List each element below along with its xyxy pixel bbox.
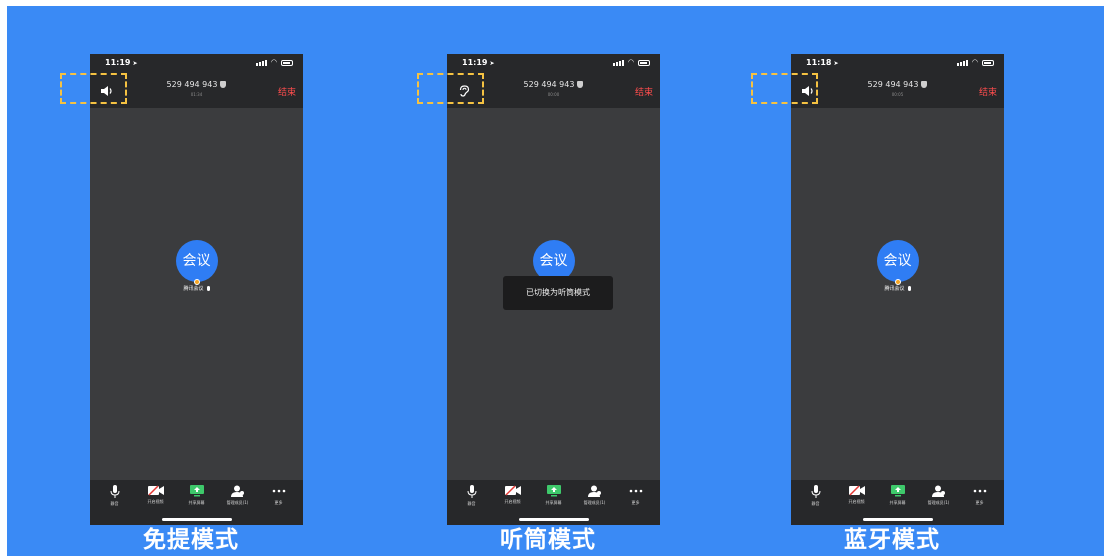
mode-switch-toast: 已切换为听筒模式 bbox=[503, 276, 613, 310]
participant-name: 腾讯会议 bbox=[791, 285, 1004, 292]
shield-icon bbox=[577, 81, 584, 88]
meeting-duration: 00:05 bbox=[891, 92, 904, 97]
participants-icon bbox=[587, 485, 601, 497]
status-bar: 11:19 ➤ ◠ bbox=[447, 54, 660, 74]
start-video-label: 开启视频 bbox=[504, 499, 521, 504]
mode-caption: 蓝牙模式 bbox=[844, 527, 940, 553]
mute-label: 静音 bbox=[110, 501, 119, 506]
start-video-label: 开启视频 bbox=[147, 499, 164, 504]
share-screen-icon bbox=[890, 485, 905, 497]
meeting-id: 529 494 943 bbox=[791, 80, 1004, 89]
microphone-icon bbox=[110, 485, 119, 498]
video-off-icon bbox=[848, 485, 865, 496]
audio-icon-highlight bbox=[60, 73, 127, 104]
status-icons: ◠ bbox=[255, 58, 293, 66]
battery-icon bbox=[281, 60, 293, 66]
more-label: 更多 bbox=[631, 500, 640, 505]
more-icon bbox=[629, 489, 642, 493]
more-button[interactable]: 更多 bbox=[261, 480, 297, 525]
mic-status-icon bbox=[907, 286, 911, 291]
status-bar: 11:19 ➤ ◠ bbox=[90, 54, 303, 74]
mute-label: 静音 bbox=[811, 501, 820, 506]
phone-speaker-mode: 11:19 ➤ ◠ 529 494 943 01:34 结束 会议 腾讯会议 静音 bbox=[90, 54, 303, 525]
participant-name: 腾讯会议 bbox=[90, 285, 303, 292]
end-meeting-button[interactable]: 结束 bbox=[278, 85, 296, 98]
manage-participants-label: 管理成员(1) bbox=[583, 500, 606, 505]
more-icon bbox=[973, 489, 986, 493]
shield-icon bbox=[220, 81, 227, 88]
video-off-icon bbox=[504, 485, 521, 496]
end-meeting-button[interactable]: 结束 bbox=[979, 85, 997, 98]
avatar: 会议 bbox=[876, 240, 919, 285]
start-video-label: 开启视频 bbox=[848, 499, 865, 504]
meeting-top-bar: 529 494 943 00:05 结束 bbox=[791, 74, 1004, 108]
mute-button[interactable]: 静音 bbox=[454, 480, 490, 525]
more-icon bbox=[272, 489, 285, 493]
wifi-icon: ◠ bbox=[971, 58, 978, 66]
battery-icon bbox=[982, 60, 994, 66]
status-bar: 11:18 ➤ ◠ bbox=[791, 54, 1004, 74]
avatar: 会议 bbox=[175, 240, 218, 285]
phone-bluetooth-mode: 11:18 ➤ ◠ 529 494 943 00:05 结束 会议 腾讯会议 静音 bbox=[791, 54, 1004, 525]
manage-participants-label: 管理成员(1) bbox=[226, 500, 249, 505]
host-badge-icon bbox=[894, 279, 901, 285]
participant-tile: 会议 腾讯会议 bbox=[791, 240, 1004, 292]
shield-icon bbox=[921, 81, 928, 88]
signal-icon bbox=[612, 60, 624, 66]
status-time: 11:18 ➤ bbox=[806, 58, 839, 67]
end-meeting-button[interactable]: 结束 bbox=[635, 85, 653, 98]
wifi-icon: ◠ bbox=[270, 58, 277, 66]
microphone-icon bbox=[811, 485, 820, 498]
manage-participants-label: 管理成员(1) bbox=[927, 500, 950, 505]
video-off-icon bbox=[147, 485, 164, 496]
more-label: 更多 bbox=[274, 500, 283, 505]
mute-label: 静音 bbox=[467, 501, 476, 506]
status-time: 11:19 ➤ bbox=[105, 58, 138, 67]
audio-icon-highlight bbox=[417, 73, 484, 104]
signal-icon bbox=[956, 60, 968, 66]
share-screen-label: 共享屏幕 bbox=[545, 500, 562, 505]
participant-tile: 会议 腾讯会议 bbox=[90, 240, 303, 292]
more-button[interactable]: 更多 bbox=[962, 480, 998, 525]
participants-icon bbox=[230, 485, 244, 497]
host-badge-icon bbox=[193, 279, 200, 285]
battery-icon bbox=[638, 60, 650, 66]
status-icons: ◠ bbox=[612, 58, 650, 66]
signal-icon bbox=[255, 60, 267, 66]
audio-icon-highlight bbox=[751, 73, 818, 104]
share-screen-icon bbox=[189, 485, 204, 497]
mode-caption: 听筒模式 bbox=[500, 527, 596, 553]
status-icons: ◠ bbox=[956, 58, 994, 66]
microphone-icon bbox=[467, 485, 476, 498]
mute-button[interactable]: 静音 bbox=[97, 480, 133, 525]
more-button[interactable]: 更多 bbox=[618, 480, 654, 525]
mode-caption: 免提模式 bbox=[143, 527, 239, 553]
mute-button[interactable]: 静音 bbox=[798, 480, 834, 525]
share-screen-label: 共享屏幕 bbox=[889, 500, 906, 505]
status-time: 11:19 ➤ bbox=[462, 58, 495, 67]
participants-icon bbox=[931, 485, 945, 497]
more-label: 更多 bbox=[975, 500, 984, 505]
share-screen-icon bbox=[546, 485, 561, 497]
share-screen-label: 共享屏幕 bbox=[188, 500, 205, 505]
phone-earpiece-mode: 11:19 ➤ ◠ 529 494 943 00:00 结束 会议 已切换为听筒模… bbox=[447, 54, 660, 525]
wifi-icon: ◠ bbox=[627, 58, 634, 66]
background-canvas: 11:19 ➤ ◠ 529 494 943 01:34 结束 会议 腾讯会议 静音 bbox=[7, 6, 1104, 556]
mic-status-icon bbox=[206, 286, 210, 291]
